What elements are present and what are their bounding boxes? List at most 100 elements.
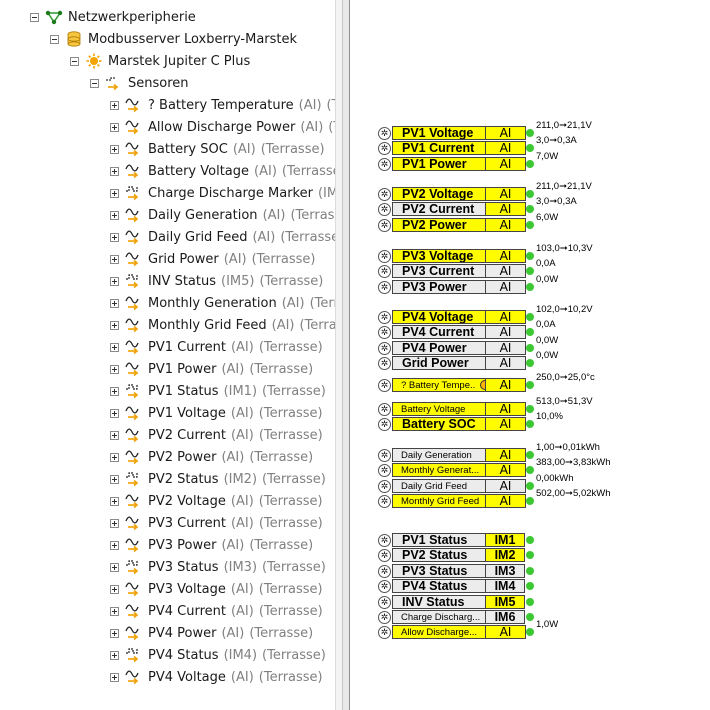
gear-icon[interactable]: ✲: [378, 250, 391, 263]
gear-icon[interactable]: ✲: [378, 341, 391, 355]
gear-icon[interactable]: ✲: [378, 464, 391, 478]
output-connector-icon[interactable]: [526, 597, 534, 606]
expand-icon[interactable]: [110, 408, 119, 418]
tree-node-root[interactable]: Netzwerkperipherie: [30, 6, 196, 28]
expand-icon[interactable]: [110, 496, 119, 506]
gear-icon[interactable]: ✲: [378, 626, 391, 640]
output-connector-icon[interactable]: [526, 267, 534, 276]
output-connector-icon[interactable]: [526, 566, 534, 575]
tree-item-sensor[interactable]: PV4 Power (AI) (Terrasse): [110, 622, 313, 644]
output-connector-icon[interactable]: [526, 628, 534, 637]
tree-item-sensor[interactable]: INV Status (IM5) (Terrasse): [110, 270, 323, 292]
gear-icon[interactable]: ✲: [378, 610, 391, 624]
output-connector-icon[interactable]: [526, 420, 534, 429]
output-connector-icon[interactable]: [526, 497, 534, 506]
gear-icon[interactable]: ✲: [378, 564, 391, 578]
output-connector-icon[interactable]: [526, 582, 534, 591]
gear-icon[interactable]: ✲: [378, 379, 391, 392]
gear-icon[interactable]: ✲: [378, 449, 391, 462]
output-connector-icon[interactable]: [526, 129, 534, 137]
gear-icon[interactable]: ✲: [378, 326, 391, 340]
gear-icon[interactable]: ✲: [378, 265, 391, 279]
expand-icon[interactable]: [110, 452, 119, 462]
tree-item-sensor[interactable]: Battery Voltage (AI) (Terrasse): [110, 160, 342, 182]
tree-node-device[interactable]: Marstek Jupiter C Plus: [70, 50, 250, 72]
tree-item-sensor[interactable]: PV2 Status (IM2) (Terrasse): [110, 468, 326, 490]
output-connector-icon[interactable]: [526, 551, 534, 560]
expand-icon[interactable]: [110, 342, 119, 352]
output-connector-icon[interactable]: [526, 466, 534, 475]
expand-icon[interactable]: [110, 518, 119, 528]
output-connector-icon[interactable]: [526, 481, 534, 490]
output-connector-icon[interactable]: [526, 612, 534, 621]
output-connector-icon[interactable]: [526, 328, 534, 337]
tree-item-sensor[interactable]: Charge Discharge Marker(IM6)(Terrasse): [110, 182, 342, 204]
gear-icon[interactable]: ✲: [378, 127, 391, 140]
gear-icon[interactable]: ✲: [378, 495, 391, 509]
gear-icon[interactable]: ✲: [378, 595, 391, 609]
collapse-icon[interactable]: [70, 56, 79, 66]
output-connector-icon[interactable]: [526, 313, 534, 321]
expand-icon[interactable]: [110, 606, 119, 616]
tree-item-sensor[interactable]: PV4 Status (IM4) (Terrasse): [110, 644, 326, 666]
output-connector-icon[interactable]: [526, 252, 534, 260]
tree-item-sensor[interactable]: PV2 Voltage (AI) (Terrasse): [110, 490, 323, 512]
output-connector-icon[interactable]: [526, 159, 534, 168]
expand-icon[interactable]: [110, 672, 119, 682]
output-connector-icon[interactable]: [526, 359, 534, 368]
expand-icon[interactable]: [110, 100, 119, 110]
tree-item-sensor[interactable]: PV4 Current (AI) (Terrasse): [110, 600, 323, 622]
gear-icon[interactable]: ✲: [378, 203, 391, 217]
expand-icon[interactable]: [110, 144, 119, 154]
collapse-icon[interactable]: [50, 34, 59, 44]
output-connector-icon[interactable]: [526, 451, 534, 459]
output-connector-icon[interactable]: [526, 536, 534, 544]
collapse-icon[interactable]: [30, 12, 39, 22]
tree-item-sensor[interactable]: Allow Discharge Power(AI)(Terrasse): [110, 116, 342, 138]
gear-icon[interactable]: ✲: [378, 142, 391, 156]
tree-item-sensor[interactable]: PV3 Voltage (AI) (Terrasse): [110, 578, 323, 600]
expand-icon[interactable]: [110, 166, 119, 176]
output-connector-icon[interactable]: [526, 220, 534, 229]
gear-icon[interactable]: ✲: [378, 418, 391, 432]
tree-item-sensor[interactable]: Monthly Generation(AI)(Terrasse): [110, 292, 342, 314]
gear-icon[interactable]: ✲: [378, 218, 391, 232]
tree-node-group[interactable]: Sensoren: [90, 72, 189, 94]
gear-icon[interactable]: ✲: [378, 534, 391, 547]
gear-icon[interactable]: ✲: [378, 580, 391, 594]
gear-icon[interactable]: ✲: [378, 188, 391, 201]
tree-item-sensor[interactable]: PV1 Status (IM1) (Terrasse): [110, 380, 326, 402]
expand-icon[interactable]: [110, 584, 119, 594]
expand-icon[interactable]: [110, 254, 119, 264]
expand-icon[interactable]: [110, 650, 119, 660]
gear-icon[interactable]: ✲: [378, 403, 391, 416]
expand-icon[interactable]: [110, 364, 119, 374]
gear-icon[interactable]: ✲: [378, 357, 391, 371]
output-connector-icon[interactable]: [526, 381, 534, 389]
expand-icon[interactable]: [110, 188, 119, 198]
tree-item-sensor[interactable]: PV4 Voltage (AI) (Terrasse): [110, 666, 323, 688]
output-connector-icon[interactable]: [526, 144, 534, 153]
expand-icon[interactable]: [110, 540, 119, 550]
expand-icon[interactable]: [110, 276, 119, 286]
expand-icon[interactable]: [110, 122, 119, 132]
expand-icon[interactable]: [110, 474, 119, 484]
panel-splitter[interactable]: [342, 0, 350, 710]
expand-icon[interactable]: [110, 628, 119, 638]
expand-icon[interactable]: [110, 320, 119, 330]
tree-item-sensor[interactable]: PV1 Voltage (AI) (Terrasse): [110, 402, 323, 424]
output-connector-icon[interactable]: [526, 190, 534, 198]
gear-icon[interactable]: ✲: [378, 479, 391, 493]
tree-item-sensor[interactable]: ? Battery Temperature(AI)(Terrasse): [110, 94, 342, 116]
project-tree[interactable]: Netzwerkperipherie Modbusserver Loxberry…: [0, 0, 342, 710]
gear-icon[interactable]: ✲: [378, 157, 391, 171]
tree-item-sensor[interactable]: PV3 Power (AI) (Terrasse): [110, 534, 313, 556]
output-connector-icon[interactable]: [526, 343, 534, 352]
tree-item-sensor[interactable]: Battery SOC (AI) (Terrasse): [110, 138, 325, 160]
tree-item-sensor[interactable]: PV3 Status (IM3) (Terrasse): [110, 556, 326, 578]
output-connector-icon[interactable]: [526, 405, 534, 413]
tree-item-sensor[interactable]: PV1 Power (AI) (Terrasse): [110, 358, 313, 380]
expand-icon[interactable]: [110, 430, 119, 440]
tree-item-sensor[interactable]: PV2 Current (AI) (Terrasse): [110, 424, 323, 446]
collapse-icon[interactable]: [90, 78, 99, 88]
